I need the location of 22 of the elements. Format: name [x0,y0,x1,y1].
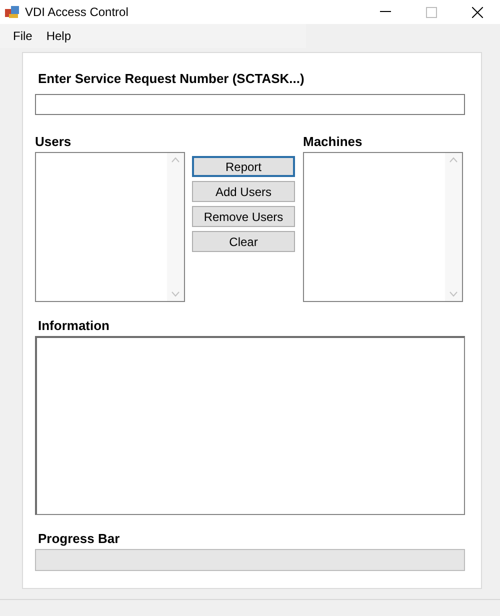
list-box[interactable] [303,152,463,302]
close-icon [472,6,482,18]
scrollbar[interactable] [445,153,462,301]
section-label: Information [38,318,110,333]
scrollbar[interactable] [167,153,184,301]
input-field[interactable] [35,94,465,115]
section-label: Progress Bar [38,531,120,546]
text-area[interactable] [35,336,465,515]
field-label: Enter Service Request Number (SCTASK...) [38,71,304,86]
action-button[interactable]: Remove Users [192,206,295,227]
minimize-icon [380,11,390,13]
action-button[interactable]: Report [192,156,295,177]
list-box[interactable] [35,152,185,302]
menu-item[interactable]: Help [39,29,78,43]
list-label: Machines [303,134,364,149]
action-button[interactable]: Add Users [192,181,295,202]
maximize-icon [426,6,436,18]
app-icon [4,4,20,20]
list-label: Users [35,134,72,149]
menu-item[interactable]: File [6,29,40,43]
window-title: VDI Access Control [25,5,128,19]
action-button[interactable]: Clear [192,231,295,252]
